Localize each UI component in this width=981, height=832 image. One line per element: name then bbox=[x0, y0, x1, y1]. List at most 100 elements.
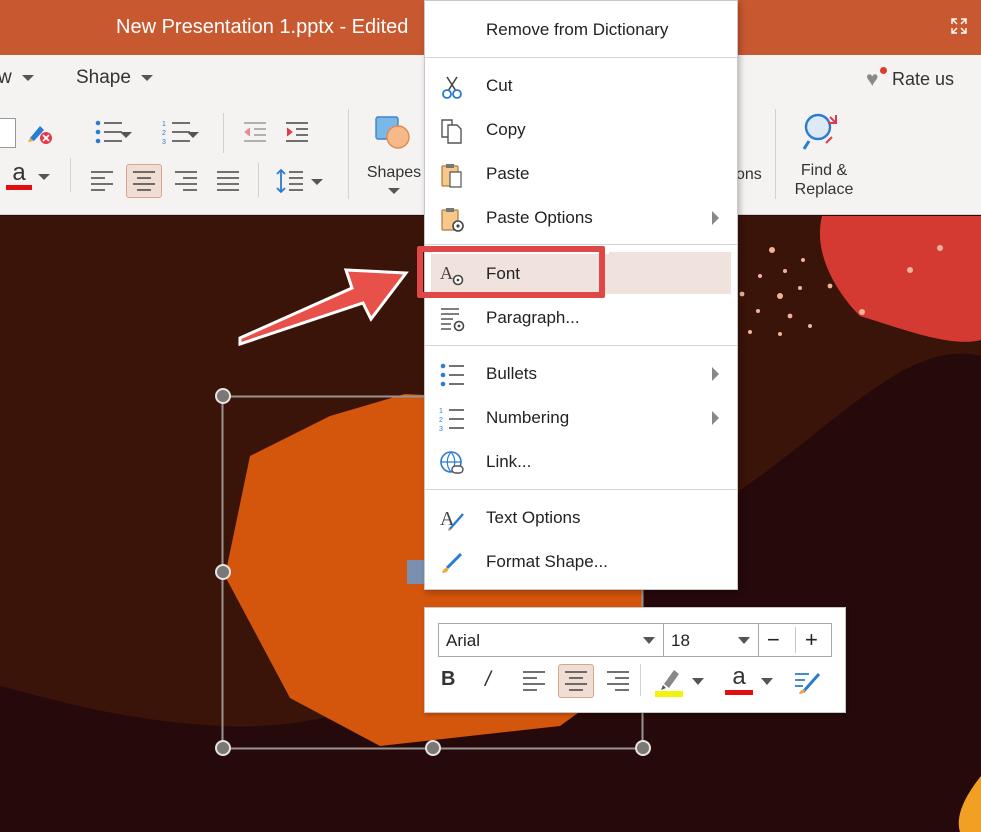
clear-format-icon[interactable] bbox=[793, 668, 823, 696]
menu-item-link[interactable]: Link... bbox=[425, 442, 737, 482]
ribbon-divider bbox=[258, 163, 259, 197]
menu-item-label: Text Options bbox=[486, 508, 581, 527]
menu-separator bbox=[425, 57, 737, 58]
shapes-label[interactable]: Shapes bbox=[360, 163, 428, 182]
menu-item-paste[interactable]: Paste bbox=[425, 154, 737, 194]
font-name-value: Arial bbox=[446, 631, 481, 650]
paste-icon bbox=[441, 164, 462, 188]
ribbon-divider bbox=[775, 109, 776, 199]
menu-item-label: Copy bbox=[486, 120, 526, 139]
svg-text:2: 2 bbox=[162, 130, 166, 137]
svg-text:3: 3 bbox=[439, 426, 443, 432]
orange-corner bbox=[958, 776, 981, 832]
decrease-font-button[interactable]: − bbox=[767, 627, 780, 653]
menu-item-paste-options[interactable]: Paste Options bbox=[425, 198, 737, 238]
clear-format-icon[interactable] bbox=[26, 120, 54, 146]
chevron-down-icon bbox=[140, 74, 153, 81]
chevron-down-icon[interactable] bbox=[311, 179, 323, 185]
scissors-icon bbox=[442, 76, 462, 99]
chevron-down-icon[interactable] bbox=[187, 132, 199, 138]
menu-hover-highlight bbox=[609, 252, 731, 294]
fullscreen-icon[interactable] bbox=[951, 18, 967, 34]
highlighter-icon[interactable] bbox=[654, 666, 684, 698]
toolbar-divider bbox=[640, 664, 641, 696]
rate-us-label: Rate us bbox=[891, 69, 954, 89]
chevron-right-icon bbox=[712, 367, 719, 381]
tab-view-label: w bbox=[0, 67, 12, 88]
ribbon-divider bbox=[70, 158, 71, 192]
font-size-dropdown[interactable]: 18 bbox=[663, 623, 759, 657]
align-right-icon[interactable] bbox=[174, 170, 198, 192]
menu-item-label: Remove from Dictionary bbox=[486, 20, 669, 39]
justify-icon[interactable] bbox=[216, 170, 240, 192]
find-replace-line2: Replace bbox=[794, 181, 854, 198]
rate-us-button[interactable]: ♥ Rate us bbox=[866, 67, 954, 91]
menu-item-cut[interactable]: Cut bbox=[425, 66, 737, 106]
bold-button[interactable]: B bbox=[441, 668, 455, 691]
ribbon-divider bbox=[348, 109, 349, 199]
find-replace-line1: Find & bbox=[800, 162, 848, 179]
text-options-icon: A bbox=[440, 508, 464, 531]
svg-text:3: 3 bbox=[162, 139, 166, 145]
chevron-down-icon[interactable] bbox=[120, 132, 132, 138]
menu-item-format-shape[interactable]: Format Shape... bbox=[425, 542, 737, 582]
numbering-icon: 1 2 3 bbox=[439, 408, 464, 432]
menu-item-label: Numbering bbox=[486, 408, 570, 427]
font-size-stepper: − + bbox=[758, 623, 832, 657]
chevron-down-icon[interactable] bbox=[38, 174, 50, 180]
notification-dot bbox=[879, 67, 887, 74]
menu-item-label: Paragraph... bbox=[486, 308, 580, 327]
align-left-icon[interactable] bbox=[90, 170, 114, 192]
font-color-letter: a bbox=[732, 663, 746, 690]
chevron-right-icon bbox=[712, 211, 719, 225]
decrease-indent-icon[interactable] bbox=[242, 121, 268, 143]
align-right-icon[interactable] bbox=[606, 670, 630, 692]
font-name-dropdown[interactable]: Arial bbox=[438, 623, 664, 657]
svg-text:1: 1 bbox=[162, 121, 166, 128]
font-size-box-partial[interactable] bbox=[0, 118, 16, 148]
menu-item-paragraph[interactable]: Paragraph... bbox=[425, 298, 737, 338]
font-color-bar bbox=[6, 184, 32, 190]
menu-item-copy[interactable]: Copy bbox=[425, 110, 737, 150]
format-shape-icon bbox=[442, 552, 463, 573]
font-color-button[interactable]: a bbox=[6, 158, 32, 192]
increase-indent-icon[interactable] bbox=[284, 121, 310, 143]
options-label-partial[interactable]: ons bbox=[736, 165, 762, 184]
tab-shape-label: Shape bbox=[76, 67, 131, 88]
shapes-icon[interactable] bbox=[374, 115, 412, 151]
menu-separator bbox=[425, 489, 737, 490]
tab-view[interactable]: w bbox=[0, 67, 34, 89]
paragraph-icon bbox=[441, 308, 465, 332]
chevron-down-icon bbox=[643, 637, 655, 644]
ribbon-divider bbox=[223, 113, 224, 153]
chevron-down-icon[interactable] bbox=[761, 678, 773, 685]
copy-icon bbox=[441, 119, 462, 144]
menu-item-numbering[interactable]: 1 2 3 Numbering bbox=[425, 398, 737, 438]
menu-item-text-options[interactable]: A Text Options bbox=[425, 498, 737, 538]
find-replace-icon[interactable] bbox=[800, 111, 844, 151]
context-menu: Remove from Dictionary Cut Copy Paste Pa… bbox=[417, 0, 738, 590]
menu-separator bbox=[425, 244, 737, 245]
chevron-down-icon bbox=[21, 74, 34, 81]
align-left-icon[interactable] bbox=[522, 670, 546, 692]
menu-item-remove-from-dictionary[interactable]: Remove from Dictionary bbox=[425, 10, 737, 50]
font-color-bar bbox=[725, 690, 753, 695]
align-center-icon bbox=[565, 671, 587, 691]
line-spacing-icon[interactable] bbox=[276, 168, 304, 194]
chevron-right-icon bbox=[712, 411, 719, 425]
font-color-letter: a bbox=[12, 158, 26, 186]
align-center-icon bbox=[133, 171, 155, 191]
font-color-button[interactable]: a bbox=[725, 664, 753, 698]
highlight-box bbox=[417, 246, 605, 298]
find-replace-label[interactable]: Find & Replace bbox=[790, 161, 858, 199]
increase-font-button[interactable]: + bbox=[805, 627, 818, 653]
chevron-down-icon[interactable] bbox=[388, 188, 400, 194]
italic-button[interactable]: / bbox=[485, 668, 491, 692]
tab-shape[interactable]: Shape bbox=[76, 67, 153, 89]
menu-item-bullets[interactable]: Bullets bbox=[425, 354, 737, 394]
bullets-icon bbox=[440, 363, 464, 387]
chevron-down-icon[interactable] bbox=[692, 678, 704, 685]
align-center-button[interactable] bbox=[558, 664, 594, 698]
menu-item-label: Paste Options bbox=[486, 208, 593, 227]
align-center-button[interactable] bbox=[126, 164, 162, 198]
